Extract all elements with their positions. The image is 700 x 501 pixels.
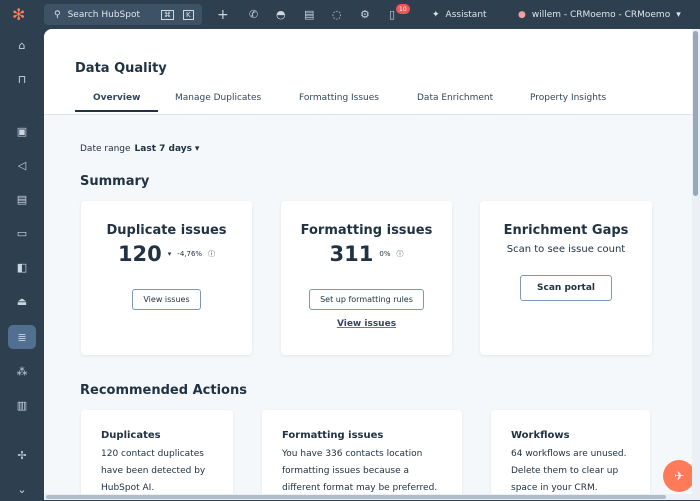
formatting-count: 311 (329, 242, 374, 266)
duplicate-issues-card: Duplicate issues 120 ▾ -4,76% ⓘ View issues (81, 201, 252, 355)
card-title: Formatting issues (282, 430, 384, 441)
recommended-heading: Recommended Actions (80, 383, 247, 398)
marketing-icon[interactable]: ◁ (8, 153, 36, 177)
card-title: Workflows (511, 430, 570, 441)
commerce-icon[interactable]: ⏏ (8, 289, 36, 313)
tab-manage-duplicates[interactable]: Manage Duplicates (175, 93, 261, 103)
page-title: Data Quality (75, 61, 167, 76)
date-range-filter[interactable]: Date range Last 7 days ▾ (80, 144, 199, 154)
summary-heading: Summary (80, 174, 150, 189)
recommendation-card[interactable]: Duplicates 120 contact duplicates have be… (81, 410, 233, 500)
collapse-icon[interactable]: ✢ (8, 443, 36, 467)
phone-icon[interactable]: ✆ (249, 0, 258, 29)
enrichment-subtitle: Scan to see issue count (506, 244, 626, 255)
reporting-icon[interactable]: ▥ (8, 393, 36, 417)
card-title: Formatting issues (300, 223, 433, 238)
notification-badge: 10 (396, 4, 410, 14)
card-text: You have 336 contacts location formattin… (282, 449, 438, 493)
hubspot-logo-icon[interactable]: ✻ (12, 0, 25, 29)
enrichment-gaps-card: Enrichment Gaps Scan to see issue count … (480, 201, 652, 355)
expand-chevron-icon[interactable]: ⌄ (8, 477, 36, 501)
recommendation-card[interactable]: Formatting issues You have 336 contacts l… (262, 410, 462, 500)
info-icon[interactable]: ⓘ (208, 249, 215, 259)
chat-icon: ✈ (673, 469, 685, 483)
setup-formatting-rules-button[interactable]: Set up formatting rules (309, 289, 424, 310)
help-chat-button[interactable]: ✈ (663, 460, 695, 492)
horizontal-scrollbar[interactable] (44, 494, 692, 500)
caret-down-icon: ▾ (194, 144, 200, 154)
info-icon[interactable]: ⓘ (396, 249, 403, 259)
duplicate-count: 120 (117, 242, 162, 266)
bookmark-icon[interactable]: ⊓ (8, 67, 36, 91)
marketplace-icon[interactable]: ▤ (304, 0, 314, 29)
formatting-issues-card: Formatting issues 311 0% ⓘ Set up formatti… (281, 201, 452, 355)
help-icon[interactable]: ◌ (332, 0, 342, 29)
sidebar: ⌂ ⊓ ▣ ◁ ▤ ▭ ◧ ⏏ ≣ ⁂ ▥ ✢ ⌄ (0, 29, 44, 500)
academy-icon[interactable]: ◓ (276, 0, 286, 29)
contacts-icon[interactable]: ▣ (8, 119, 36, 143)
view-issues-button[interactable]: View issues (132, 289, 201, 310)
gear-icon[interactable]: ⚙ (360, 0, 370, 29)
tab-formatting-issues[interactable]: Formatting Issues (299, 93, 379, 103)
account-menu[interactable]: ● willem - CRMoemo - CRMoemo ▾ (518, 0, 681, 29)
sparkle-icon: ✦ (432, 9, 440, 20)
data-management-icon[interactable]: ≣ (8, 325, 36, 349)
duplicate-change: -4,76% (177, 250, 203, 258)
scan-portal-button[interactable]: Scan portal (520, 275, 612, 301)
card-title: Duplicates (101, 430, 161, 441)
trend-down-icon: ▾ (167, 250, 172, 258)
sales-icon[interactable]: ▭ (8, 221, 36, 245)
card-title: Enrichment Gaps (503, 223, 629, 238)
search-icon: ⚲ (54, 9, 61, 20)
formatting-change: 0% (379, 250, 391, 258)
top-nav: ✻ ⚲ Search HubSpot ⌘ K + ✆ ◓ ▤ ◌ ⚙ ▯ 10 ✦ As… (0, 0, 700, 29)
service-icon[interactable]: ◧ (8, 255, 36, 279)
tab-property-insights[interactable]: Property Insights (530, 93, 606, 103)
tab-data-enrichment[interactable]: Data Enrichment (417, 93, 493, 103)
vertical-scrollbar[interactable] (692, 29, 700, 500)
page-header: Data Quality Overview Manage Duplicates … (44, 29, 692, 115)
plus-icon[interactable]: + (217, 0, 229, 29)
kbd-k: K (183, 9, 194, 20)
assistant-button[interactable]: ✦ Assistant (432, 0, 487, 29)
bell-icon[interactable]: ▯ (389, 0, 395, 29)
recommendation-card[interactable]: Workflows 64 workflows are unused. Delete… (491, 410, 650, 500)
card-text: 120 contact duplicates have been detecte… (101, 449, 206, 493)
search-input[interactable]: ⚲ Search HubSpot ⌘ K (44, 4, 202, 25)
content-icon[interactable]: ▤ (8, 187, 36, 211)
avatar: ● (518, 9, 526, 20)
automation-icon[interactable]: ⁂ (8, 359, 36, 383)
tab-overview[interactable]: Overview (75, 93, 159, 112)
view-issues-link[interactable]: View issues (281, 319, 452, 329)
chevron-down-icon: ▾ (676, 9, 681, 20)
card-title: Duplicate issues (106, 223, 227, 238)
home-icon[interactable]: ⌂ (8, 33, 36, 57)
kbd-cmd: ⌘ (161, 9, 175, 20)
card-text: 64 workflows are unused. Delete them to … (511, 449, 627, 493)
main-content: Data Quality Overview Manage Duplicates … (44, 29, 700, 500)
